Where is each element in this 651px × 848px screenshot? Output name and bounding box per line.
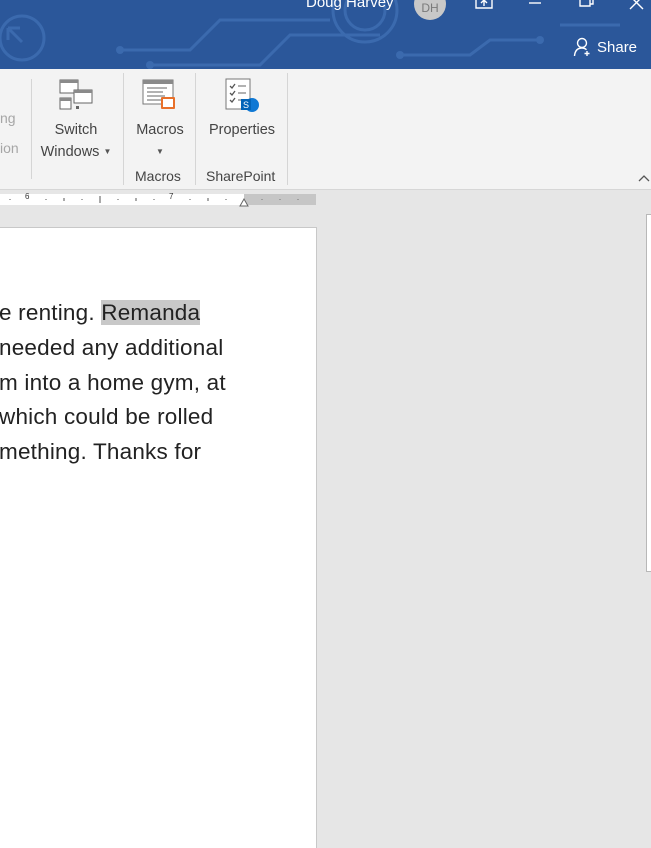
title-bar: Doug Harvey DH Share	[0, 0, 651, 69]
scrollbar-thumb[interactable]	[646, 214, 651, 572]
document-line: m into a home gym, at	[0, 370, 226, 395]
sharepoint-group-label: SharePoint	[206, 168, 276, 184]
horizontal-ruler[interactable]: 6 7	[0, 192, 316, 207]
minimize-icon[interactable]	[524, 0, 546, 14]
person-icon	[573, 37, 590, 57]
selected-text[interactable]: Remanda	[101, 300, 201, 325]
document-page[interactable]: e renting. Remanda needed any additional…	[0, 227, 317, 848]
switch-windows-icon	[59, 79, 93, 110]
macros-icon	[142, 79, 175, 109]
collapse-ribbon-icon[interactable]	[638, 173, 650, 183]
ribbon-display-options-icon[interactable]	[473, 0, 495, 14]
ruler-mark-7: 7	[169, 192, 174, 201]
properties-button[interactable]: S Properties	[202, 77, 282, 141]
document-line: which could be rolled	[0, 404, 214, 429]
document-line-text: e renting.	[0, 300, 102, 325]
restore-icon[interactable]	[575, 0, 597, 14]
close-icon[interactable]	[626, 0, 648, 14]
ribbon: ng ion Switch Windows ▼ Macros ▼ Macros	[0, 69, 651, 190]
sharepoint-properties-icon: S	[225, 78, 259, 112]
macros-button[interactable]: Macros ▼	[128, 77, 192, 163]
macros-button-label: Macros	[136, 122, 184, 138]
ribbon-separator	[287, 73, 288, 185]
right-indent-marker-icon[interactable]	[239, 198, 249, 207]
macros-group-label: Macros	[135, 168, 181, 184]
ruler-margin-ticks	[261, 199, 299, 200]
chevron-down-icon: ▼	[156, 147, 164, 157]
share-button[interactable]: Share	[573, 36, 637, 58]
share-label: Share	[597, 38, 638, 56]
chevron-down-icon: ▼	[103, 147, 112, 157]
ribbon-separator	[195, 73, 196, 185]
ribbon-separator	[123, 73, 124, 185]
ruler-mark-6: 6	[25, 192, 30, 201]
svg-text:S: S	[243, 100, 249, 110]
document-line: needed any additional	[0, 335, 224, 360]
switch-windows-button[interactable]: Switch Windows ▼	[36, 77, 116, 163]
switch-windows-label-1: Switch	[54, 122, 98, 138]
ribbon-cut-label-1: ng	[0, 110, 16, 126]
vertical-scrollbar[interactable]	[645, 192, 651, 834]
switch-windows-label-2: Windows	[40, 144, 100, 160]
document-line: mething. Thanks for	[0, 439, 202, 464]
ribbon-separator	[31, 79, 32, 179]
document-line: e renting. Remanda	[0, 300, 201, 326]
user-name[interactable]: Doug Harvey	[306, 0, 394, 11]
ribbon-cut-label-2: ion	[0, 140, 19, 156]
properties-button-label: Properties	[208, 122, 276, 138]
